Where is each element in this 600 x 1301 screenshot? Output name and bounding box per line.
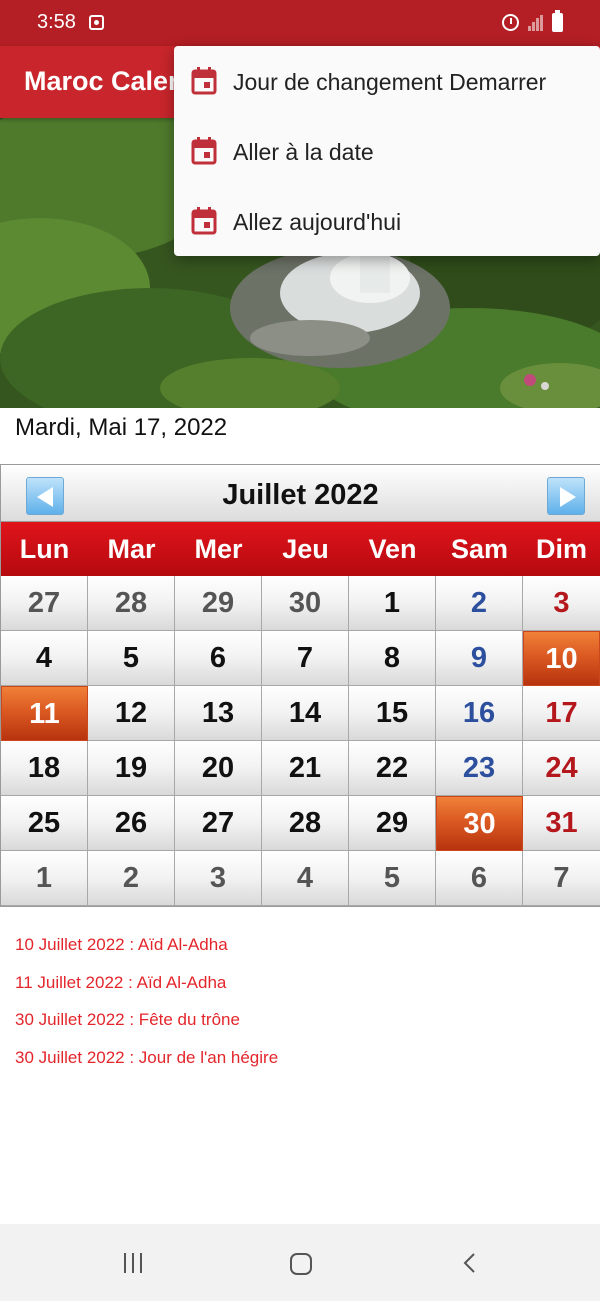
- day-cell[interactable]: 4: [262, 851, 349, 906]
- holiday-list: 10 Juillet 2022 : Aïd Al-Adha 11 Juillet…: [15, 935, 278, 1085]
- month-year-label: Juillet 2022: [222, 479, 379, 511]
- home-icon[interactable]: [290, 1253, 312, 1275]
- day-cell[interactable]: 4: [1, 631, 88, 686]
- menu-item-go-to-date[interactable]: Aller à la date: [174, 116, 600, 186]
- status-bar: 3:58: [0, 0, 600, 46]
- day-cell[interactable]: 24: [523, 741, 600, 796]
- day-cell[interactable]: 5: [88, 631, 175, 686]
- day-cell[interactable]: 6: [436, 851, 523, 906]
- day-cell-holiday[interactable]: 30: [436, 796, 523, 851]
- holiday-item: 11 Juillet 2022 : Aïd Al-Adha: [15, 972, 227, 992]
- day-cell[interactable]: 19: [88, 741, 175, 796]
- week-row: 27 28 29 30 1 2 3: [1, 576, 600, 631]
- weekday-label: Jeu: [282, 534, 329, 564]
- day-cell[interactable]: 23: [436, 741, 523, 796]
- day-cell[interactable]: 13: [175, 686, 262, 741]
- week-row: 11 12 13 14 15 16 17: [1, 686, 600, 741]
- day-cell[interactable]: 3: [523, 576, 600, 631]
- weekday-label: Lun: [19, 534, 70, 564]
- day-cell[interactable]: 2: [88, 851, 175, 906]
- menu-item-change-start-day[interactable]: Jour de changement Demarrer: [174, 46, 600, 116]
- week-row: 4 5 6 7 8 9 10: [1, 631, 600, 686]
- recents-icon[interactable]: [122, 1253, 144, 1273]
- week-row: 18 19 20 21 22 23 24: [1, 741, 600, 796]
- day-cell[interactable]: 27: [175, 796, 262, 851]
- day-cell[interactable]: 3: [175, 851, 262, 906]
- week-row: 1234567: [1, 851, 600, 906]
- weekday-label: Mar: [107, 534, 156, 564]
- alarm-icon: [502, 14, 519, 31]
- holiday-item: 30 Juillet 2022 : Jour de l'an hégire: [15, 1047, 279, 1067]
- menu-item-label: Allez aujourd'hui: [233, 209, 402, 235]
- calendar-days: 27 28 29 30 1 2 3 4 5 6 7 8 9 10 11 12 13 14 15 16 17 18 19 20 2…: [1, 576, 600, 906]
- day-cell[interactable]: 25: [1, 796, 88, 851]
- weekday-label: Ven: [368, 534, 417, 564]
- battery-icon: [552, 10, 563, 32]
- screenshot-notification-icon: [89, 15, 104, 30]
- next-month-button[interactable]: [547, 477, 585, 515]
- system-navigation-bar: [0, 1224, 600, 1301]
- day-cell-holiday[interactable]: 11: [1, 686, 88, 741]
- current-date: Mardi, Mai 17, 2022: [15, 414, 228, 441]
- week-row: 25 26 27 28 29 30 31: [1, 796, 600, 851]
- calendar-icon: [191, 67, 217, 95]
- day-cell[interactable]: 1: [1, 851, 88, 906]
- day-cell[interactable]: 6: [175, 631, 262, 686]
- day-cell[interactable]: 27: [1, 576, 88, 631]
- calendar-icon: [191, 137, 217, 165]
- day-cell[interactable]: 29: [175, 576, 262, 631]
- calendar-header: Juillet 2022: [1, 465, 600, 522]
- day-cell[interactable]: 7: [523, 851, 600, 906]
- day-cell[interactable]: 18: [1, 741, 88, 796]
- day-cell[interactable]: 12: [88, 686, 175, 741]
- day-cell[interactable]: 31: [523, 796, 600, 851]
- day-cell[interactable]: 22: [349, 741, 436, 796]
- day-cell[interactable]: 29: [349, 796, 436, 851]
- day-cell[interactable]: 14: [262, 686, 349, 741]
- day-cell[interactable]: 20: [175, 741, 262, 796]
- calendar-icon: [191, 207, 217, 235]
- day-cell[interactable]: 26: [88, 796, 175, 851]
- day-cell[interactable]: 21: [262, 741, 349, 796]
- overflow-menu: Jour de changement Demarrer Aller à la d…: [174, 46, 600, 256]
- day-cell[interactable]: 30: [262, 576, 349, 631]
- day-cell[interactable]: 15: [349, 686, 436, 741]
- day-cell[interactable]: 28: [88, 576, 175, 631]
- day-cell-holiday[interactable]: 10: [523, 631, 600, 686]
- weekday-label: Mer: [194, 534, 243, 564]
- weekday-label: Sam: [450, 534, 509, 564]
- signal-icon: [528, 15, 544, 31]
- day-cell[interactable]: 16: [436, 686, 523, 741]
- holiday-item: 10 Juillet 2022 : Aïd Al-Adha: [15, 935, 228, 954]
- day-cell[interactable]: 9: [436, 631, 523, 686]
- weekday-header-row: Lun Mar Mer Jeu Ven Sam Dim: [1, 522, 600, 576]
- status-time: 3:58: [37, 11, 76, 33]
- menu-item-go-today[interactable]: Allez aujourd'hui: [174, 186, 600, 256]
- day-cell[interactable]: 17: [523, 686, 600, 741]
- back-icon[interactable]: [462, 1252, 478, 1274]
- day-cell[interactable]: 7: [262, 631, 349, 686]
- menu-item-label: Aller à la date: [233, 139, 374, 165]
- weekday-label: Dim: [535, 534, 587, 564]
- day-cell[interactable]: 1: [349, 576, 436, 631]
- day-cell[interactable]: 5: [349, 851, 436, 906]
- menu-item-label: Jour de changement Demarrer: [233, 69, 547, 95]
- calendar-grid: Juillet 2022 Lun Mar Mer Jeu Ven Sam Dim…: [0, 464, 600, 907]
- holiday-item: 30 Juillet 2022 : Fête du trône: [15, 1010, 240, 1029]
- day-cell[interactable]: 8: [349, 631, 436, 686]
- day-cell[interactable]: 28: [262, 796, 349, 851]
- day-cell[interactable]: 2: [436, 576, 523, 631]
